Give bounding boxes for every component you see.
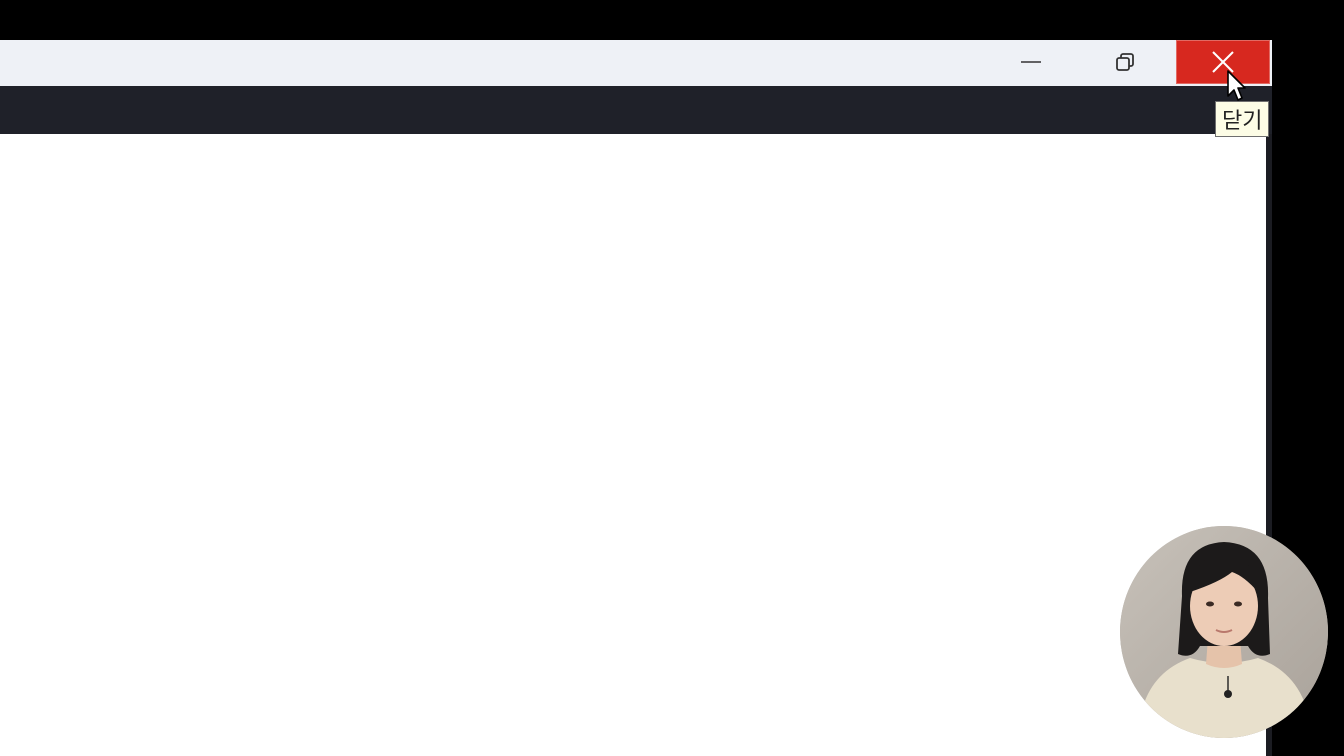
toolbar-band: [0, 86, 1272, 134]
close-button[interactable]: [1176, 40, 1270, 84]
restore-button[interactable]: [1078, 40, 1172, 84]
content-area: [0, 134, 1266, 756]
minimize-icon: [1021, 61, 1041, 63]
tooltip-text: 닫기: [1222, 109, 1263, 134]
screen: 닫기: [0, 0, 1344, 756]
restore-icon: [1116, 53, 1134, 71]
app-window: [0, 40, 1272, 756]
presenter-webcam: [1120, 526, 1328, 738]
presenter-webcam-icon: [1120, 526, 1328, 738]
mouse-cursor-icon: [1227, 70, 1246, 101]
title-bar[interactable]: [0, 40, 1272, 86]
minimize-button[interactable]: [984, 40, 1078, 84]
close-tooltip: 닫기: [1215, 101, 1270, 137]
